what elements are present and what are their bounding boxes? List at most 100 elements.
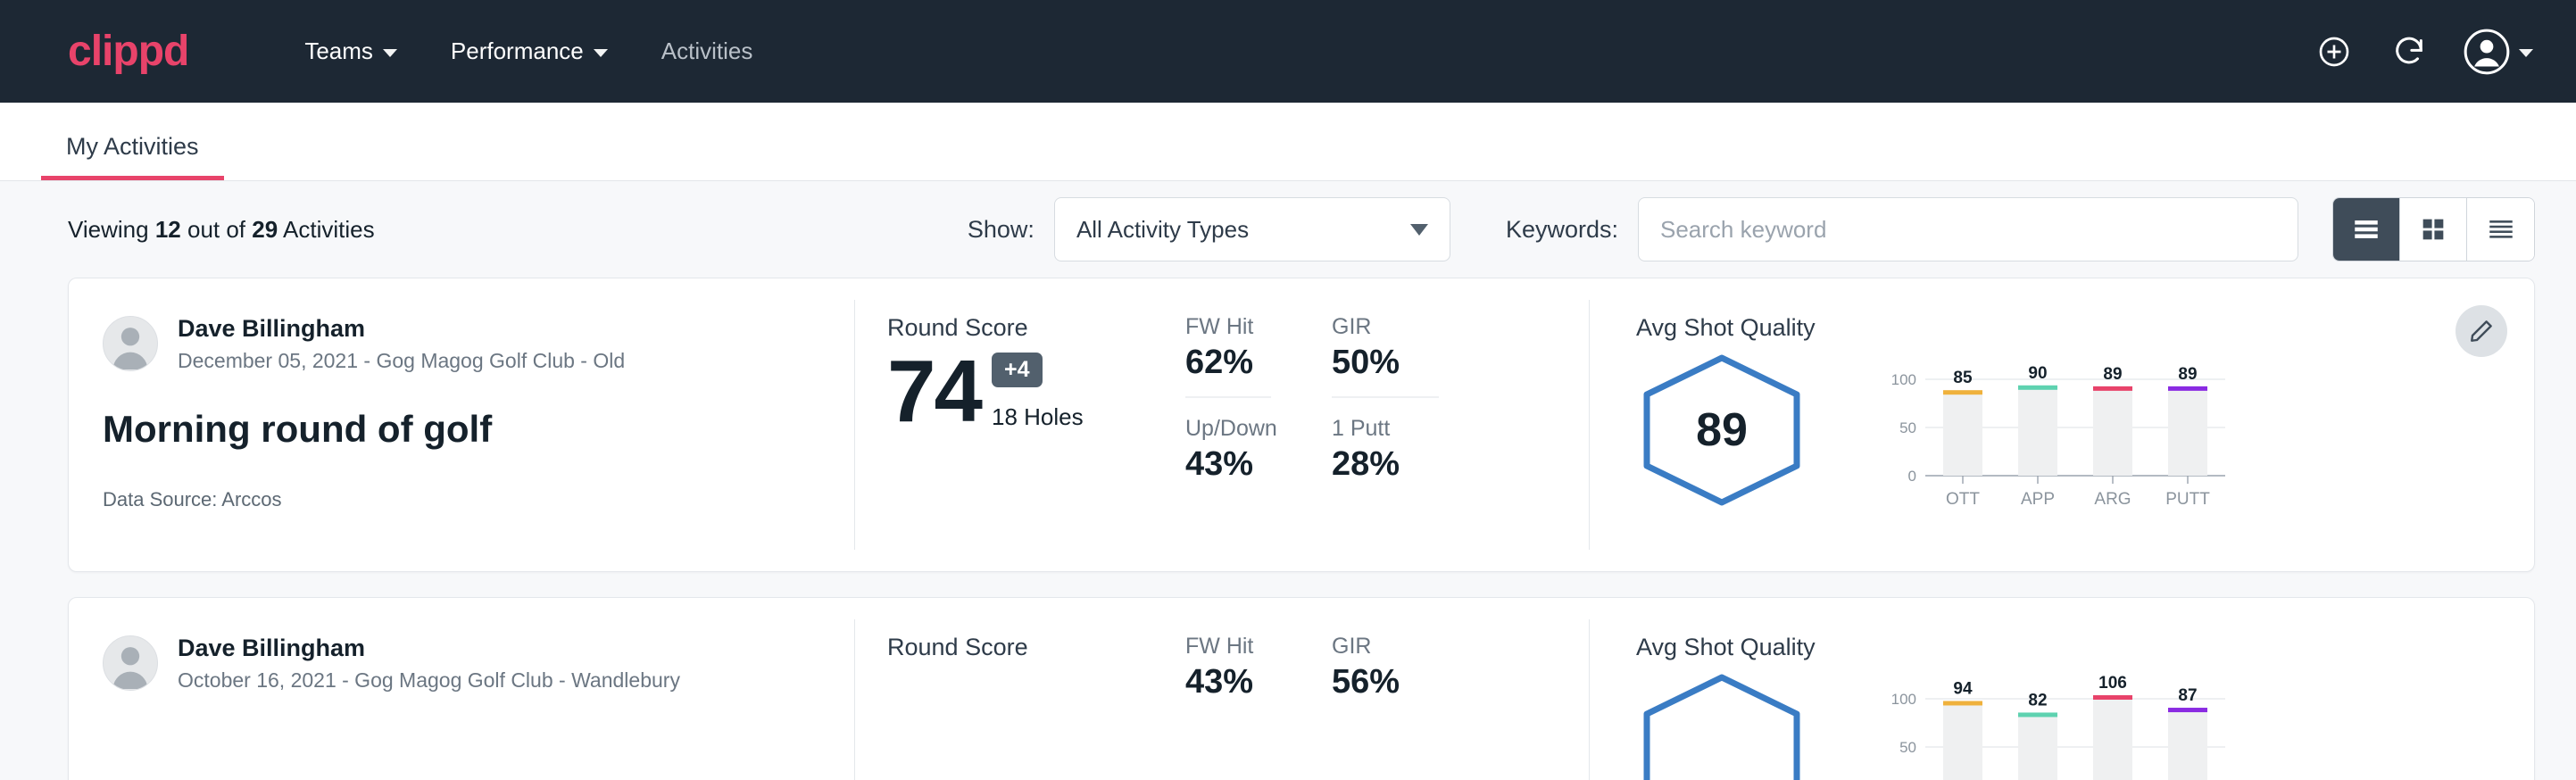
add-icon[interactable] (2314, 31, 2355, 72)
stat-one-putt-value: 28% (1332, 445, 1439, 484)
bar-chart-svg: 05010085OTT90APP89ARG89PUTT (1875, 356, 2232, 517)
viewing-mid: out of (187, 216, 245, 243)
round-score-section: Round Score 74 +4 18 Holes (855, 278, 1169, 571)
data-source: Data Source: Arccos (103, 488, 854, 511)
shot-quality-bar-chart: 05010094OTT82APP106ARG87PUTT (1875, 676, 2232, 780)
view-mode-grid-button[interactable] (2400, 198, 2467, 261)
nav-item-teams[interactable]: Teams (278, 37, 424, 65)
svg-text:100: 100 (1891, 691, 1916, 708)
stat-gir-label: GIR (1332, 634, 1439, 660)
viewing-summary: Viewing 12 out of 29 Activities (68, 216, 375, 244)
stat-up-down-value: 43% (1185, 445, 1271, 484)
svg-text:100: 100 (1891, 371, 1916, 388)
bar-chart-svg: 05010094OTT82APP106ARG87PUTT (1875, 676, 2232, 780)
view-mode-compact-button[interactable] (2467, 198, 2534, 261)
stat-gir: GIR 56% (1332, 634, 1439, 716)
svg-text:94: 94 (1953, 679, 1973, 698)
player-text: Dave Billingham December 05, 2021 - Gog … (178, 314, 625, 374)
refresh-icon[interactable] (2389, 31, 2430, 72)
avg-shot-quality-label: Avg Shot Quality (1636, 634, 2534, 661)
avg-shot-quality-body: 89 05010085OTT90APP89ARG89PUTT (1636, 347, 2534, 521)
stat-fw-hit-label: FW Hit (1185, 634, 1271, 660)
nav-item-performance-label: Performance (451, 37, 584, 65)
chevron-down-icon (1410, 224, 1428, 236)
activity-card[interactable]: Dave Billingham December 05, 2021 - Gog … (68, 278, 2535, 572)
avg-shot-quality-section: Avg Shot Quality 89 05010085OTT90APP89AR… (1590, 278, 2534, 571)
view-mode-toggle (2332, 197, 2535, 261)
app-logo[interactable]: clippd (68, 30, 188, 73)
avatar (103, 316, 158, 371)
svg-text:89: 89 (2103, 365, 2122, 384)
activity-type-select-value: All Activity Types (1076, 216, 1410, 244)
view-mode-list-button[interactable] (2333, 198, 2400, 261)
avatar (103, 635, 158, 691)
quality-score: 89 (1636, 351, 1807, 510)
nav-item-activities[interactable]: Activities (635, 37, 780, 65)
activity-card[interactable]: Dave Billingham October 16, 2021 - Gog M… (68, 597, 2535, 780)
chevron-down-icon (2519, 49, 2533, 57)
svg-text:106: 106 (2098, 676, 2127, 693)
player-name: Dave Billingham (178, 634, 680, 664)
stats-grid: FW Hit 62% GIR 50% Up/Down 43% 1 Putt 28… (1185, 314, 1589, 498)
tab-my-activities-label: My Activities (66, 133, 199, 160)
nav-item-performance[interactable]: Performance (424, 37, 635, 65)
shot-quality-bar-chart: 05010085OTT90APP89ARG89PUTT (1875, 356, 2232, 521)
activity-list: Dave Billingham December 05, 2021 - Gog … (0, 278, 2576, 780)
nav-item-activities-label: Activities (661, 37, 753, 65)
activity-title: Morning round of golf (103, 408, 854, 451)
edit-activity-button[interactable] (2456, 305, 2507, 357)
person-icon (104, 316, 157, 370)
activity-info: Dave Billingham October 16, 2021 - Gog M… (69, 598, 854, 780)
grid-view-icon (2418, 214, 2448, 245)
player-text: Dave Billingham October 16, 2021 - Gog M… (178, 634, 680, 693)
viewing-suffix: Activities (283, 216, 375, 243)
svg-text:87: 87 (2178, 686, 2197, 705)
account-menu[interactable] (2464, 29, 2533, 75)
primary-nav: Teams Performance Activities (278, 37, 779, 65)
tab-my-activities[interactable]: My Activities (41, 133, 224, 180)
activity-type-select[interactable]: All Activity Types (1054, 197, 1450, 261)
stat-one-putt-label: 1 Putt (1332, 416, 1439, 442)
svg-text:APP: APP (2021, 490, 2055, 509)
svg-text:0: 0 (1908, 468, 1916, 485)
svg-text:50: 50 (1899, 739, 1916, 756)
stat-fw-hit-value: 62% (1185, 344, 1271, 382)
activity-info: Dave Billingham December 05, 2021 - Gog … (69, 278, 854, 571)
svg-text:ARG: ARG (2094, 490, 2131, 509)
filter-bar: Viewing 12 out of 29 Activities Show: Al… (0, 181, 2576, 278)
search-input[interactable] (1638, 197, 2298, 261)
round-score-value-group: 74 +4 18 Holes (887, 347, 1169, 435)
stat-gir-label: GIR (1332, 314, 1439, 340)
round-stats: FW Hit 62% GIR 50% Up/Down 43% 1 Putt 28… (1169, 278, 1589, 571)
avg-shot-quality-body: 05010094OTT82APP106ARG87PUTT (1636, 667, 2534, 780)
round-score-value: 74 (887, 347, 981, 435)
round-stats: FW Hit 43% GIR 56% (1169, 598, 1589, 780)
svg-text:90: 90 (2028, 364, 2047, 383)
nav-actions (2314, 29, 2533, 75)
svg-text:OTT: OTT (1946, 490, 1980, 509)
stats-grid: FW Hit 43% GIR 56% (1185, 634, 1589, 716)
svg-text:50: 50 (1899, 419, 1916, 436)
keywords-label: Keywords: (1506, 216, 1618, 244)
player-identity: Dave Billingham December 05, 2021 - Gog … (103, 314, 854, 374)
nav-item-teams-label: Teams (304, 37, 373, 65)
filter-controls: Show: All Activity Types Keywords: (968, 197, 2535, 261)
round-score-label: Round Score (887, 634, 1169, 661)
stat-up-down-label: Up/Down (1185, 416, 1271, 442)
show-label: Show: (968, 216, 1035, 244)
quality-score (1636, 670, 1807, 780)
stat-fw-hit: FW Hit 62% (1185, 314, 1271, 398)
stat-fw-hit-label: FW Hit (1185, 314, 1271, 340)
viewing-total: 29 (252, 216, 278, 243)
pencil-icon (2468, 318, 2495, 344)
account-avatar-icon (2464, 29, 2510, 75)
stat-fw-hit-value: 43% (1185, 663, 1271, 701)
list-view-icon (2351, 214, 2381, 245)
svg-text:82: 82 (2028, 691, 2047, 709)
round-score-section: Round Score (855, 598, 1169, 780)
activity-meta: October 16, 2021 - Gog Magog Golf Club -… (178, 668, 680, 693)
avg-shot-quality-label: Avg Shot Quality (1636, 314, 2534, 342)
svg-text:89: 89 (2178, 365, 2197, 384)
svg-text:PUTT: PUTT (2165, 490, 2210, 509)
person-icon (104, 635, 157, 690)
